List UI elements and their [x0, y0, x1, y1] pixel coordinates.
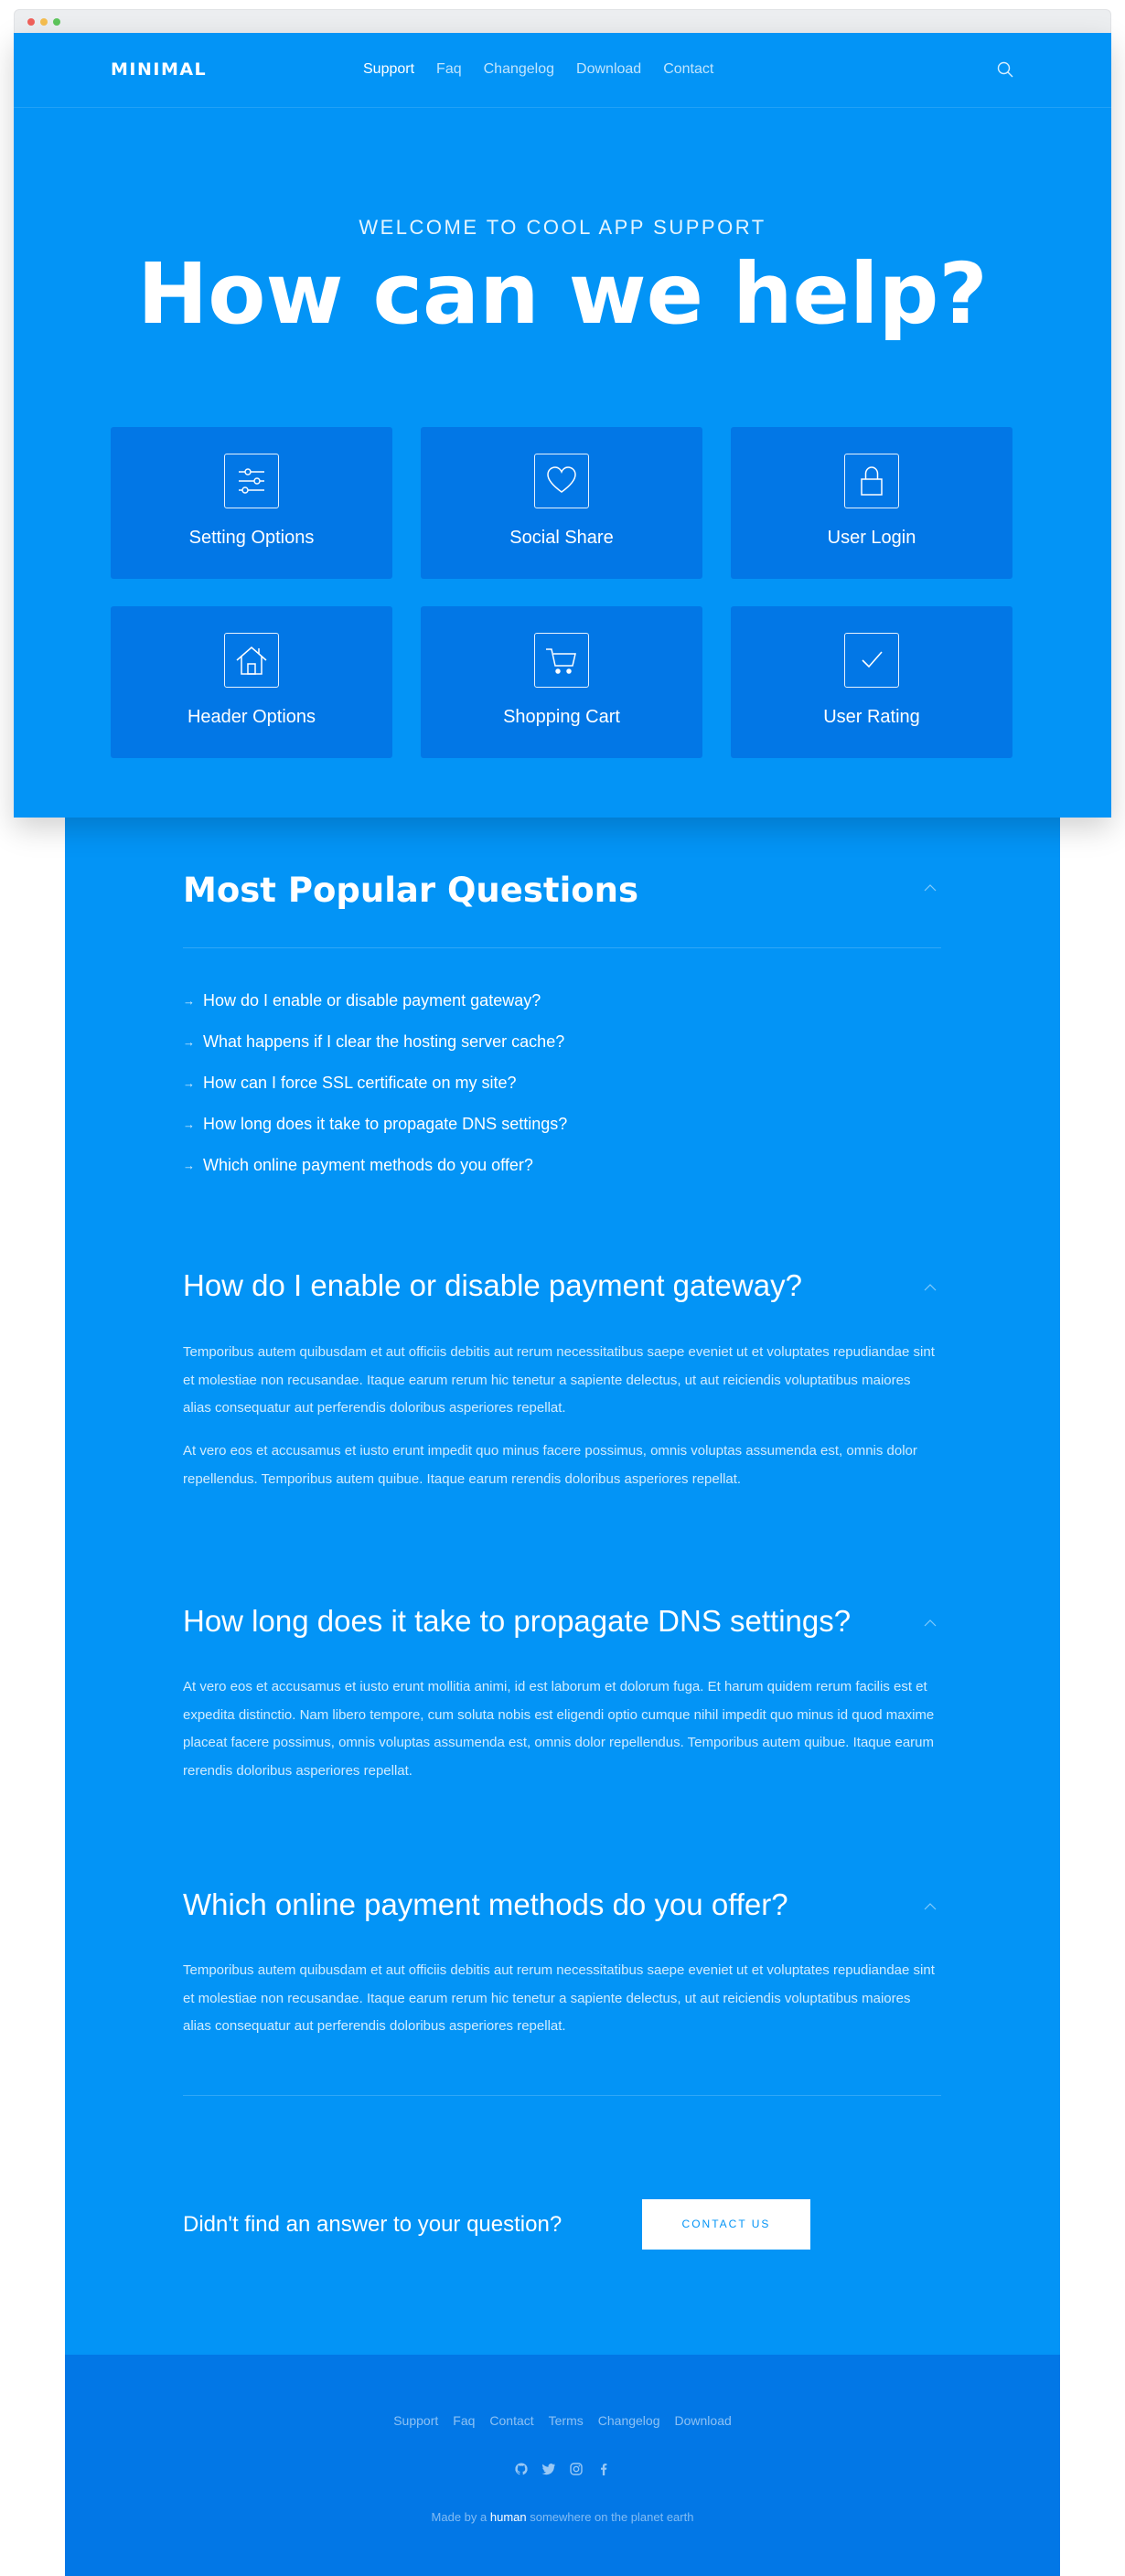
answer-paragraph: At vero eos et accusamus et iusto erunt …	[183, 1679, 935, 1779]
question-text: Which online payment methods do you offe…	[203, 1156, 533, 1174]
instagram-icon[interactable]	[569, 2462, 584, 2476]
cart-icon	[546, 648, 576, 674]
footer-link-terms[interactable]: Terms	[549, 2413, 584, 2428]
nav-link-support[interactable]: Support	[363, 61, 414, 78]
footer-link-support[interactable]: Support	[393, 2413, 438, 2428]
credit-text: somewhere on the planet earth	[530, 2510, 694, 2524]
footer: Support Faq Contact Terms Changelog Down…	[65, 2355, 1060, 2576]
footer-links: Support Faq Contact Terms Changelog Down…	[65, 2413, 1060, 2428]
card-social-share[interactable]: Social Share	[421, 427, 702, 579]
minimize-window-dot[interactable]	[40, 18, 48, 26]
card-label: Social Share	[509, 528, 614, 548]
popular-questions-title: Most Popular Questions	[183, 871, 639, 910]
card-label: Shopping Cart	[503, 707, 620, 727]
chevron-up-icon[interactable]	[922, 1901, 938, 1912]
arrow-right-icon: →	[183, 1076, 195, 1090]
nav-link-changelog[interactable]: Changelog	[484, 61, 554, 78]
card-icon-frame	[224, 454, 279, 508]
card-header-options[interactable]: Header Options	[111, 606, 392, 758]
question-link[interactable]: → Which online payment methods do you off…	[183, 1145, 567, 1186]
arrow-right-icon: →	[183, 1159, 195, 1172]
card-user-rating[interactable]: User Rating	[731, 606, 1012, 758]
question-link[interactable]: → How long does it take to propagate DNS …	[183, 1104, 567, 1145]
divider	[183, 947, 941, 948]
search-icon[interactable]	[996, 60, 1014, 79]
footer-link-changelog[interactable]: Changelog	[598, 2413, 660, 2428]
card-icon-frame	[844, 454, 899, 508]
logo[interactable]: MINIMAL	[111, 59, 207, 80]
maximize-window-dot[interactable]	[53, 18, 60, 26]
browser-chrome	[14, 9, 1111, 33]
card-label: Setting Options	[188, 528, 315, 548]
github-icon[interactable]	[514, 2462, 529, 2476]
arrow-right-icon: →	[183, 1117, 195, 1131]
twitter-icon[interactable]	[541, 2462, 556, 2476]
chevron-up-icon[interactable]	[922, 1282, 938, 1293]
card-label: User Login	[827, 528, 916, 548]
card-icon-frame	[534, 633, 589, 688]
question-link[interactable]: → What happens if I clear the hosting ser…	[183, 1021, 567, 1063]
question-text: How can I force SSL certificate on my si…	[203, 1074, 517, 1092]
hero-section: MINIMAL Support Faq Changelog Download C…	[14, 33, 1111, 818]
social-links	[65, 2462, 1060, 2476]
welcome-subtitle: WELCOME TO COOL APP SUPPORT	[359, 216, 766, 239]
arrow-right-icon: →	[183, 1035, 195, 1049]
arrow-right-icon: →	[183, 994, 195, 1008]
popular-questions-list: → How do I enable or disable payment gate…	[183, 980, 567, 1186]
question-text: What happens if I clear the hosting serv…	[203, 1032, 565, 1051]
hero-title: How can we help?	[137, 245, 988, 343]
faq-content: Most Popular Questions → How do I enable …	[65, 818, 1060, 2355]
card-icon-frame	[534, 454, 589, 508]
chevron-up-icon[interactable]	[922, 882, 938, 893]
navbar: MINIMAL Support Faq Changelog Download C…	[14, 33, 1111, 108]
divider	[183, 2095, 941, 2096]
answer-title: How long does it take to propagate DNS s…	[183, 1604, 852, 1638]
question-link[interactable]: → How do I enable or disable payment gate…	[183, 980, 567, 1021]
facebook-icon[interactable]	[596, 2462, 611, 2476]
footer-link-faq[interactable]: Faq	[453, 2413, 475, 2428]
answer-paragraph: At vero eos et accusamus et iusto erunt …	[183, 1443, 917, 1487]
close-window-dot[interactable]	[27, 18, 35, 26]
answer-paragraph: Temporibus autem quibusdam et aut offici…	[183, 1962, 935, 2034]
lock-icon	[861, 466, 883, 496]
footer-credit: Made by a human somewhere on the planet …	[65, 2510, 1060, 2524]
answer-title: How do I enable or disable payment gatew…	[183, 1268, 802, 1302]
answer-title: Which online payment methods do you offe…	[183, 1887, 788, 1921]
card-icon-frame	[844, 633, 899, 688]
credit-text: Made by a	[431, 2510, 488, 2524]
answer-paragraph: Temporibus autem quibusdam et aut offici…	[183, 1344, 935, 1416]
footer-link-download[interactable]: Download	[675, 2413, 732, 2428]
card-user-login[interactable]: User Login	[731, 427, 1012, 579]
sliders-icon	[239, 468, 264, 494]
heart-icon	[547, 466, 576, 493]
cta-text: Didn't find an answer to your question?	[183, 2212, 562, 2237]
card-shopping-cart[interactable]: Shopping Cart	[421, 606, 702, 758]
nav-link-contact[interactable]: Contact	[663, 61, 713, 78]
check-icon	[862, 651, 883, 668]
credit-highlight: human	[489, 2510, 527, 2524]
chevron-up-icon[interactable]	[922, 1618, 938, 1629]
card-label: User Rating	[823, 707, 920, 727]
card-label: Header Options	[187, 707, 316, 727]
nav-link-faq[interactable]: Faq	[436, 61, 462, 78]
question-text: How long does it take to propagate DNS s…	[203, 1115, 568, 1133]
question-link[interactable]: → How can I force SSL certificate on my s…	[183, 1063, 567, 1104]
home-icon	[236, 647, 267, 675]
nav-link-download[interactable]: Download	[576, 61, 641, 78]
question-text: How do I enable or disable payment gatew…	[203, 991, 541, 1010]
card-setting-options[interactable]: Setting Options	[111, 427, 392, 579]
contact-us-button[interactable]: CONTACT US	[642, 2199, 810, 2250]
footer-link-contact[interactable]: Contact	[489, 2413, 533, 2428]
nav-links: Support Faq Changelog Download Contact	[363, 61, 735, 78]
card-icon-frame	[224, 633, 279, 688]
